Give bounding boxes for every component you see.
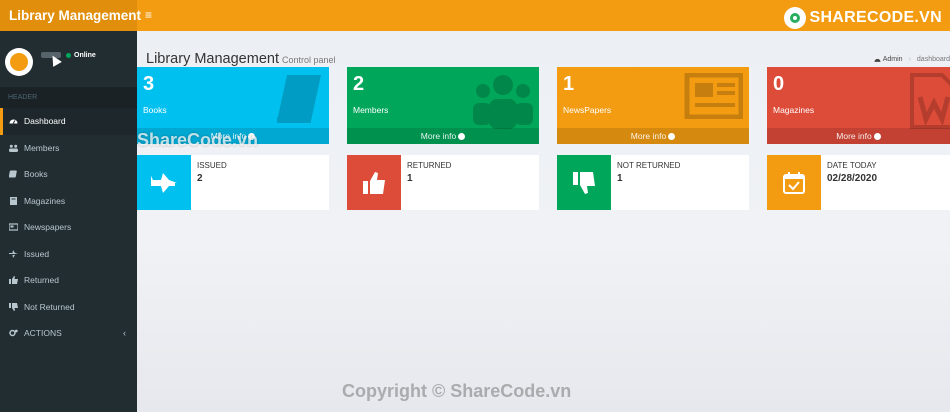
sharecode-logo-icon — [784, 7, 807, 29]
stat-box-members: 2 Members More info — [347, 67, 539, 144]
sharecode-logo-text: SHARECODE.VN — [809, 9, 942, 26]
more-info-link[interactable]: More info — [557, 128, 749, 144]
sidebar: Online HEADER Dashboard Members Books Ma… — [0, 31, 137, 412]
status-online: Online — [66, 52, 96, 59]
avatar-image — [10, 53, 28, 71]
book-icon — [273, 73, 323, 130]
arrow-circle-right-icon — [668, 133, 676, 140]
breadcrumb-label: Admin — [882, 56, 903, 63]
thumbs-down-icon — [557, 155, 611, 210]
stat-value: 3 — [143, 73, 155, 95]
dashboard-icon — [874, 58, 881, 62]
stat-box-magazines: 0 Magazines More info — [767, 67, 950, 144]
users-icon — [9, 144, 18, 152]
copyright-watermark: Copyright © ShareCode.vn — [342, 381, 572, 401]
sharecode-watermark: ShareCode.vn — [137, 130, 259, 150]
sidebar-item-label: ACTIONS — [24, 328, 62, 339]
stat-label: Magazines — [773, 105, 815, 115]
content-wrapper: Library Management Control panel Admin › … — [137, 31, 950, 412]
users-icon — [473, 73, 533, 134]
sidebar-item-books[interactable]: Books — [0, 161, 137, 188]
book-icon — [9, 170, 18, 178]
sidebar-item-label: Not Returned — [24, 301, 75, 312]
info-value: 1 — [407, 173, 413, 184]
sidebar-item-actions[interactable]: ACTIONS ‹ — [0, 320, 137, 347]
info-box-issued: ISSUED 2 — [137, 155, 329, 210]
info-value: 02/28/2020 — [827, 173, 878, 184]
sidebar-item-newspapers[interactable]: Newspapers — [0, 214, 137, 241]
thumbs-up-icon — [9, 276, 18, 285]
stat-value: 1 — [563, 73, 575, 95]
breadcrumb-current: dashboard — [916, 56, 950, 63]
plane-icon — [9, 249, 18, 258]
arrow-circle-right-icon — [873, 133, 881, 140]
sidebar-item-not-returned[interactable]: Not Returned — [0, 294, 137, 321]
info-box-returned: RETURNED 1 — [347, 155, 539, 210]
plane-icon — [137, 155, 191, 210]
calendar-icon — [767, 155, 821, 210]
sidebar-item-label: Magazines — [24, 195, 66, 206]
thumbs-down-icon — [9, 302, 18, 311]
sidebar-item-label: Issued — [24, 248, 50, 259]
info-value: 1 — [617, 173, 623, 184]
breadcrumb-separator: › — [908, 56, 911, 63]
avatar[interactable] — [5, 48, 33, 76]
dashboard-icon — [9, 117, 18, 125]
more-info-link[interactable]: More info — [347, 128, 539, 144]
page-title-text: Library Management — [146, 51, 279, 67]
info-label: RETURNED — [407, 161, 452, 170]
stat-label: NewsPapers — [563, 105, 612, 115]
status-label: Online — [74, 52, 96, 59]
arrow-circle-right-icon — [458, 133, 466, 140]
info-label: NOT RETURNED — [617, 161, 681, 170]
page-title: Library Management Control panel — [146, 51, 336, 67]
more-info-label: More info — [836, 131, 872, 141]
sidebar-item-label: Dashboard — [24, 116, 66, 127]
breadcrumb: Admin › dashboard — [874, 56, 950, 63]
online-dot-icon — [66, 53, 71, 58]
stat-label: Members — [353, 105, 389, 115]
more-info-label: More info — [420, 131, 457, 141]
sidebar-item-returned[interactable]: Returned — [0, 267, 137, 294]
thumbs-up-icon — [347, 155, 401, 210]
word-file-icon — [910, 73, 950, 134]
breadcrumb-admin[interactable]: Admin — [874, 56, 903, 63]
sidebar-item-label: Members — [24, 142, 60, 153]
newspaper-icon — [681, 72, 744, 124]
sidebar-item-label: Returned — [24, 275, 59, 286]
info-value: 2 — [197, 173, 203, 184]
user-panel: Online — [0, 31, 137, 87]
chevron-left-icon: ‹ — [123, 328, 126, 338]
top-navbar: Library Management ≡ SHARECODE.VN — [0, 0, 950, 31]
info-label: DATE TODAY — [827, 161, 877, 170]
page-subtitle: Control panel — [282, 55, 336, 65]
brand-logo[interactable]: Library Management — [0, 0, 141, 31]
stat-value: 0 — [773, 73, 785, 95]
sidebar-item-label: Newspapers — [24, 222, 72, 233]
info-box-date-today: DATE TODAY 02/28/2020 — [767, 155, 950, 210]
more-info-label: More info — [630, 131, 667, 141]
sidebar-toggle-button[interactable]: ≡ — [145, 0, 152, 31]
info-box-not-returned: NOT RETURNED 1 — [557, 155, 749, 210]
sidebar-item-label: Books — [24, 169, 48, 180]
magazine-icon — [9, 196, 18, 205]
newspaper-icon — [9, 223, 18, 231]
sidebar-header: HEADER — [0, 87, 137, 108]
info-label: ISSUED — [197, 161, 227, 170]
stat-value: 2 — [353, 73, 365, 95]
sidebar-item-members[interactable]: Members — [0, 135, 137, 162]
sharecode-logo: SHARECODE.VN — [784, 7, 942, 29]
sidebar-item-dashboard[interactable]: Dashboard — [0, 108, 137, 135]
sidebar-item-issued[interactable]: Issued — [0, 241, 137, 268]
sidebar-item-magazines[interactable]: Magazines — [0, 188, 137, 215]
stat-box-newspapers: 1 NewsPapers More info — [557, 67, 749, 144]
stat-label: Books — [143, 105, 167, 115]
cogs-icon — [9, 329, 18, 337]
more-info-link[interactable]: More info — [767, 128, 950, 144]
